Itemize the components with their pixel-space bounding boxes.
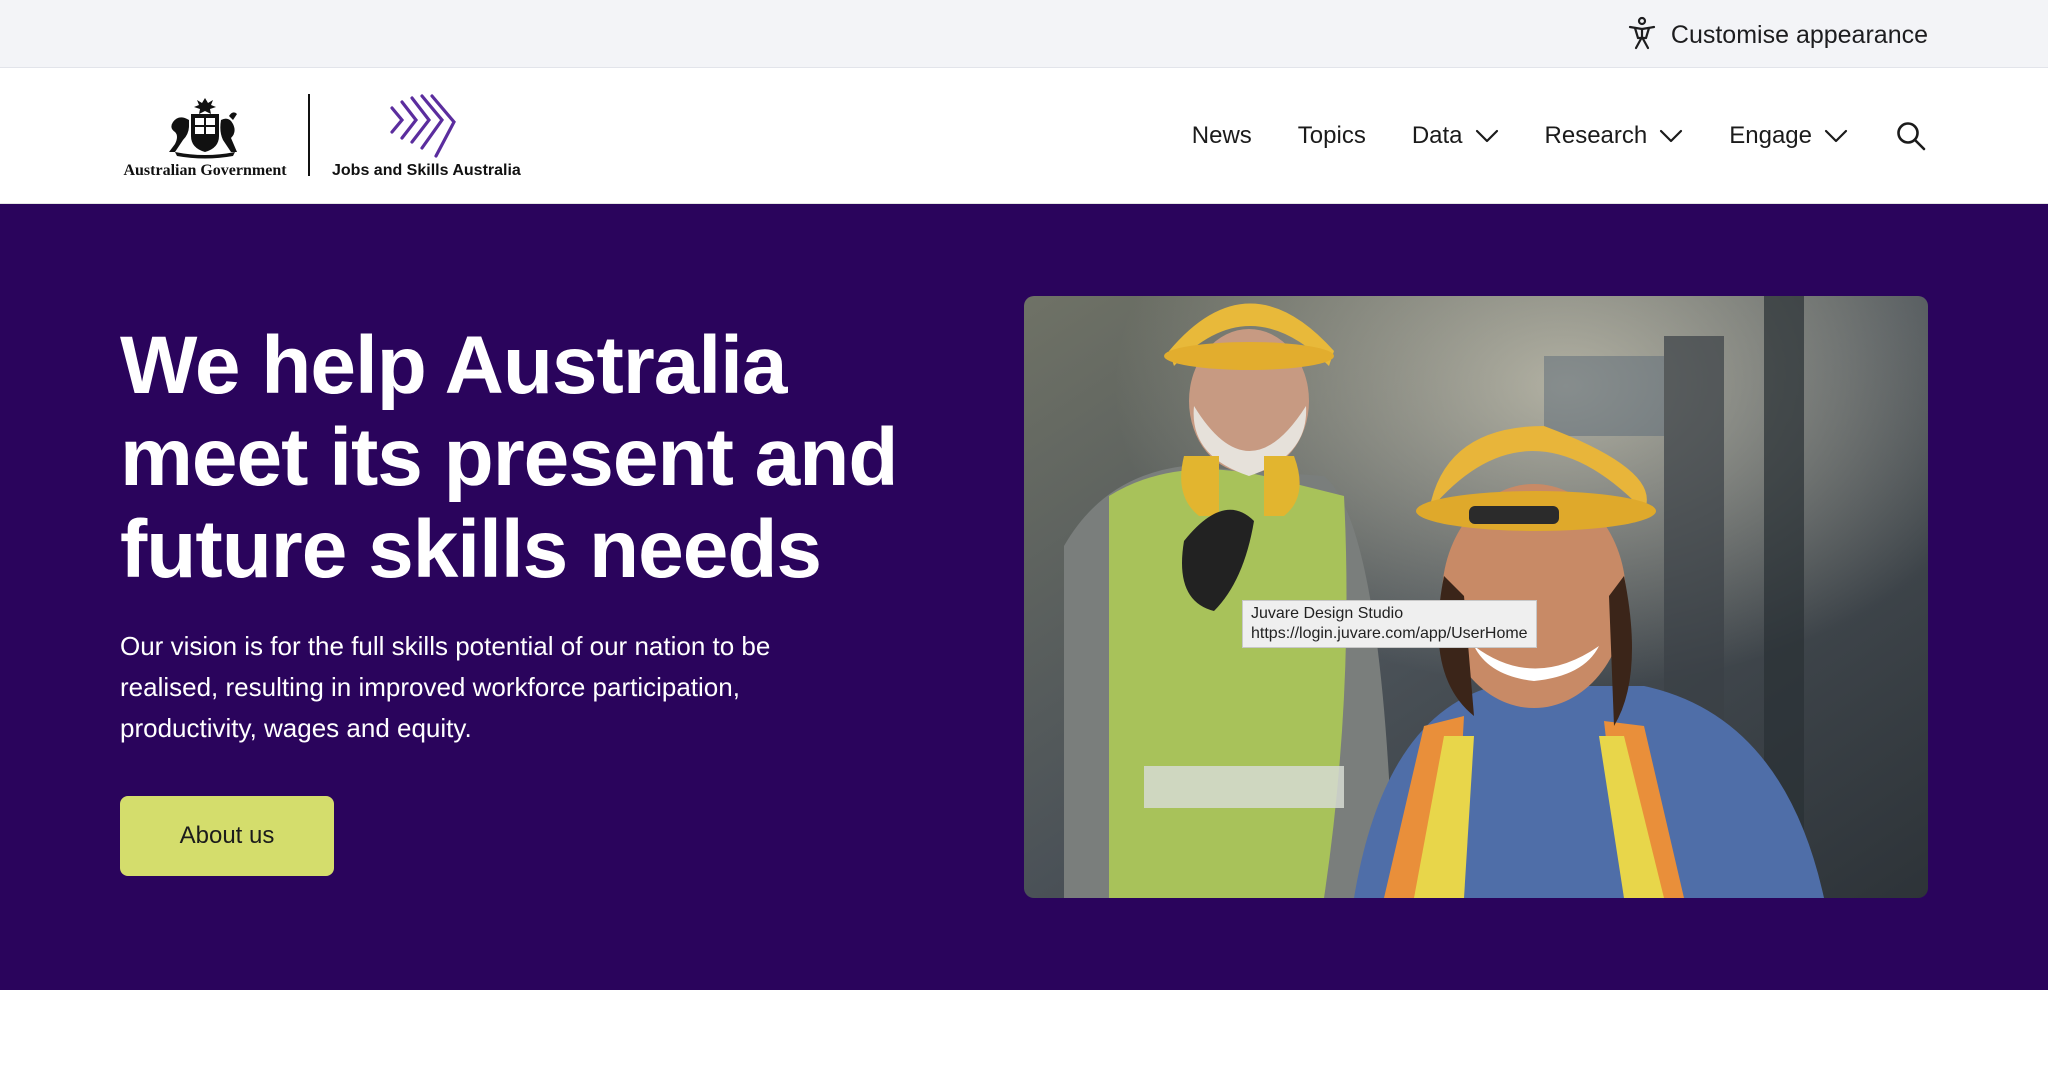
- hero-photo-workers: [1024, 296, 1928, 898]
- hero-title-line: future skills needs: [120, 504, 822, 595]
- nav-item-data[interactable]: Data: [1412, 122, 1499, 150]
- chevron-down-icon: [1660, 129, 1683, 143]
- hero-description: Our vision is for the full skills potent…: [120, 631, 771, 743]
- customise-appearance-label: Customise appearance: [1670, 21, 1928, 49]
- accessibility-person-icon: [1627, 16, 1657, 55]
- content-area: [0, 990, 2048, 1072]
- logo-divider: [308, 94, 310, 176]
- nav-item-news[interactable]: News: [1192, 122, 1252, 150]
- hero-title-line: We help Australia: [120, 320, 788, 411]
- nav-item-engage[interactable]: Engage: [1729, 122, 1848, 150]
- site-header: Australian Government Jobs and Skills Au…: [0, 68, 2048, 204]
- site-logo[interactable]: Australian Government Jobs and Skills Au…: [123, 94, 521, 180]
- coat-of-arms-icon: [169, 98, 237, 159]
- hero-section: We help Australia meet its present and f…: [0, 204, 2048, 990]
- australian-government-logo: Australian Government: [123, 94, 287, 180]
- chevron-down-icon: [1824, 129, 1848, 143]
- nav-item-label: News: [1191, 122, 1252, 149]
- browser-tooltip: Juvare Design Studio https://login.juvar…: [1242, 600, 1537, 648]
- nav-item-topics[interactable]: Topics: [1298, 122, 1366, 150]
- hero-title-line: meet its present and: [120, 412, 898, 503]
- chevron-down-icon: [1475, 129, 1498, 143]
- about-us-button[interactable]: About us: [120, 796, 334, 876]
- nav-item-label: Engage: [1729, 122, 1812, 149]
- nav-item-label: Data: [1411, 122, 1463, 149]
- hero-title: We help Australia meet its present and f…: [120, 320, 980, 596]
- nav-item-research[interactable]: Research: [1545, 122, 1684, 150]
- customise-appearance-button[interactable]: Customise appearance: [1627, 16, 1928, 55]
- agency-name: Jobs and Skills Australia: [332, 162, 521, 179]
- government-name: Australian Government: [123, 162, 287, 179]
- jobs-and-skills-australia-logo: Jobs and Skills Australia: [332, 94, 521, 180]
- search-icon: [1897, 122, 1926, 151]
- nav-item-label: Research: [1544, 122, 1648, 149]
- tooltip-title: Juvare Design Studio: [1251, 605, 1404, 622]
- search-button[interactable]: [1894, 119, 1928, 153]
- main-nav: News Topics Data Research Engage: [1192, 68, 1928, 204]
- nav-item-label: Topics: [1297, 122, 1366, 149]
- tooltip-url: https://login.juvare.com/app/UserHome: [1251, 625, 1528, 642]
- chevron-arrows-logo-icon: [390, 94, 457, 158]
- utility-bar: Customise appearance: [0, 0, 2048, 68]
